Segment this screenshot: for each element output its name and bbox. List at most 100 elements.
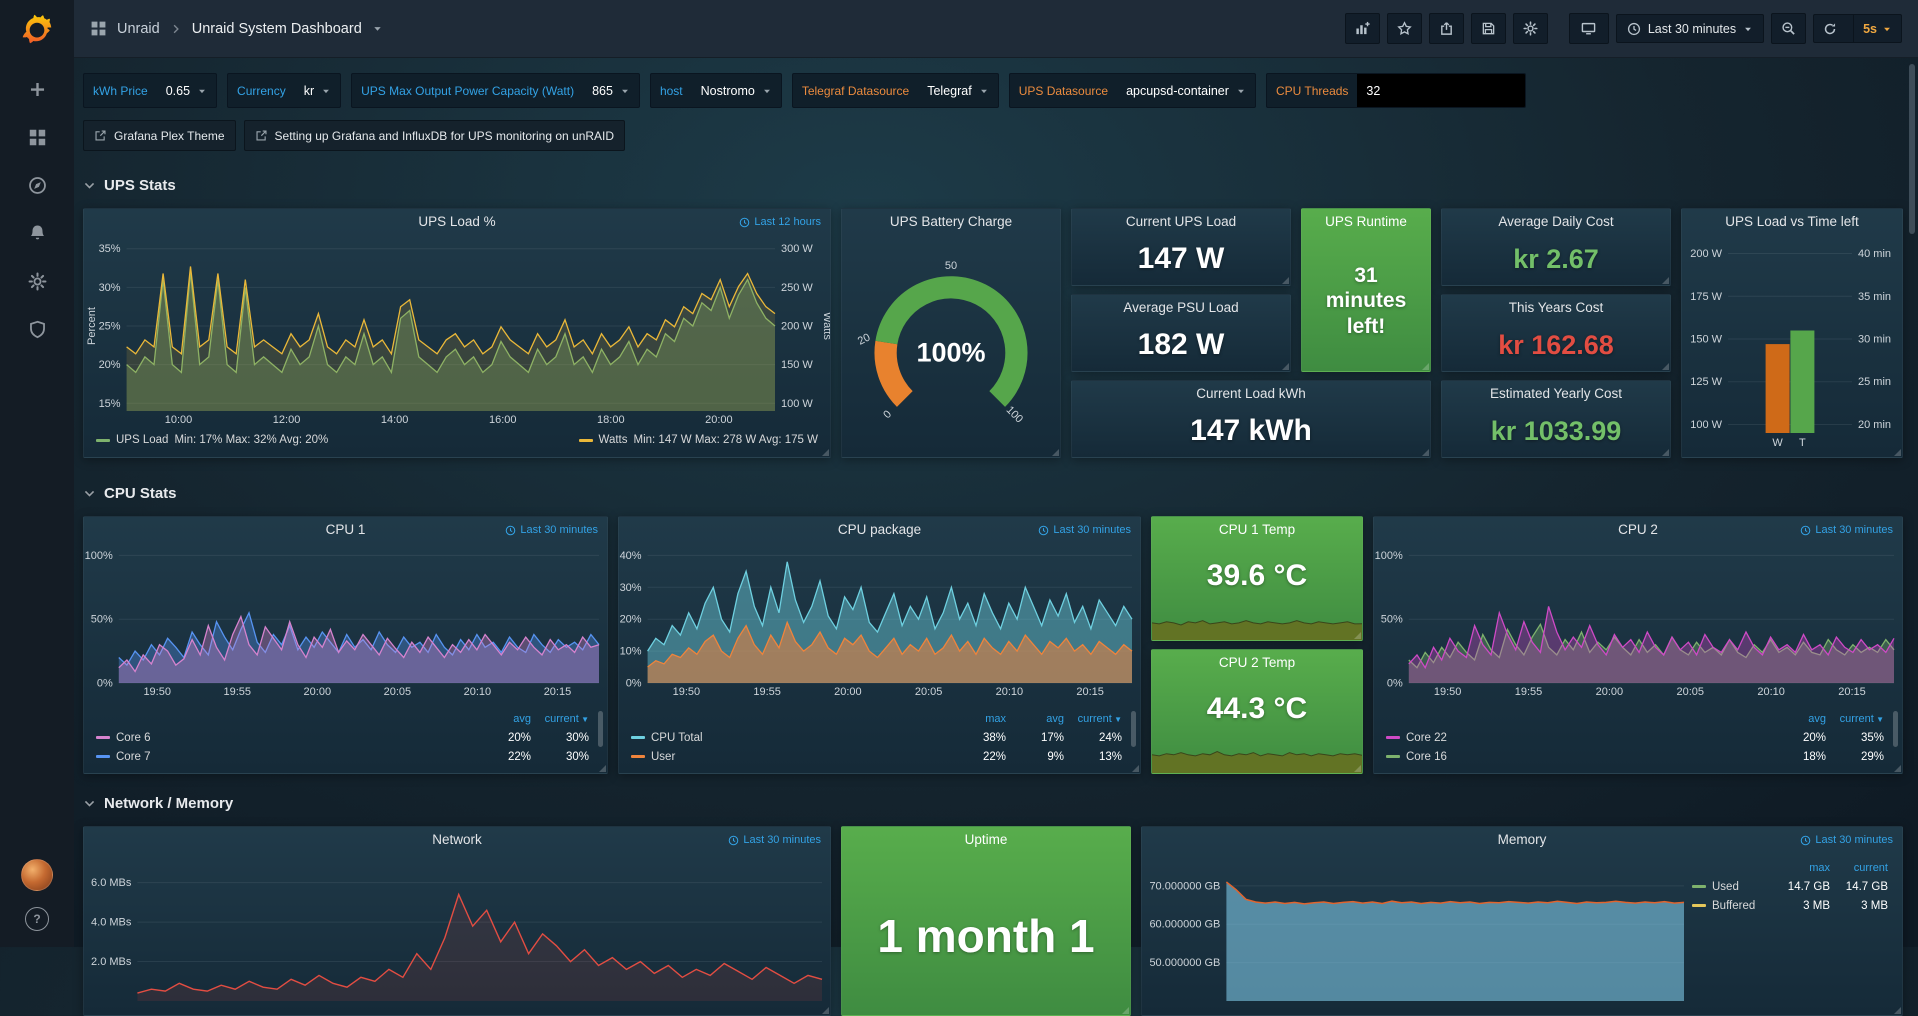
refresh-interval-label: 5s (1863, 22, 1877, 36)
legend-item[interactable]: Buffered (1692, 897, 1772, 916)
panel-title[interactable]: Average Daily Cost (1442, 209, 1670, 235)
legend-item[interactable]: WattsMin: 147 W Max: 278 W Avg: 175 W (579, 434, 818, 446)
cpu1-chart[interactable]: 0%50%100%19:5019:5520:0020:0520:1020:15 (84, 543, 607, 699)
variable-host[interactable]: hostNostromo (650, 73, 782, 108)
breadcrumb-dashboard-title[interactable]: Unraid System Dashboard (192, 21, 362, 37)
time-picker-button[interactable]: Last 30 minutes (1616, 14, 1764, 43)
panel-title[interactable]: CPU 2 Temp (1152, 650, 1362, 676)
legend-sort-header[interactable]: current ▼ (531, 710, 589, 729)
help-button[interactable]: ? (25, 907, 49, 931)
legend-value: 14.7 GB (1772, 878, 1830, 897)
variable-value-dropdown[interactable]: Nostromo (692, 74, 781, 107)
star-dashboard-button[interactable] (1387, 13, 1422, 44)
svg-text:40 min: 40 min (1858, 248, 1891, 260)
dashboard-settings-button[interactable] (1513, 13, 1548, 44)
battery-gauge[interactable]: 02050100100% (842, 235, 1060, 453)
save-dashboard-button[interactable] (1471, 13, 1506, 44)
sidebar-explore-button[interactable] (17, 171, 57, 199)
legend-scrollbar[interactable] (1893, 711, 1898, 747)
cpu-package-chart[interactable]: 0%10%20%30%40%19:5019:5520:0020:0520:102… (619, 543, 1140, 699)
legend-scrollbar[interactable] (598, 711, 603, 747)
variable-input[interactable] (1357, 74, 1525, 107)
zoom-out-button[interactable] (1771, 13, 1806, 44)
panel-title[interactable]: UPS Load % (84, 209, 830, 235)
dashboard-link[interactable]: Grafana Plex Theme (83, 120, 236, 151)
variable-ups-max-output-power-capacity-watt-[interactable]: UPS Max Output Power Capacity (Watt)865 (351, 73, 640, 108)
variable-cpu-threads[interactable]: CPU Threads (1266, 73, 1526, 108)
legend-item[interactable]: Core 22 (1386, 729, 1768, 748)
ups-load-chart[interactable]: 15%100 W20%150 W25%200 W30%250 W35%300 W… (84, 235, 830, 427)
clock-icon (1800, 835, 1811, 846)
clock-icon (505, 525, 516, 536)
legend-sort-header[interactable]: current ▼ (1064, 710, 1122, 729)
stat-value: 147 W (1072, 233, 1290, 285)
sidebar-create-button[interactable] (17, 75, 57, 103)
panel-title[interactable]: Uptime (842, 827, 1130, 853)
variable-currency[interactable]: Currencykr (227, 73, 341, 108)
panel-title[interactable]: Current Load kWh (1072, 381, 1430, 407)
legend-color-swatch (96, 736, 110, 739)
variable-telegraf-datasource[interactable]: Telegraf DatasourceTelegraf (792, 73, 999, 108)
stat-value: 1 month 1 (842, 909, 1130, 963)
panel-title[interactable]: Current UPS Load (1072, 209, 1290, 235)
legend-sort-header[interactable]: avg (1006, 710, 1064, 729)
legend-item[interactable]: Used (1692, 878, 1772, 897)
refresh-button[interactable] (1814, 15, 1846, 42)
variable-value-dropdown[interactable]: 865 (583, 74, 639, 107)
panel-title[interactable]: CPU 1 Temp (1152, 517, 1362, 543)
ups-load-vs-time-bar-chart[interactable]: 100 W20 min125 W25 min150 W30 min175 W35… (1682, 235, 1902, 451)
legend-scrollbar[interactable] (1131, 711, 1136, 747)
sidebar-configuration-button[interactable] (17, 267, 57, 295)
user-avatar[interactable] (21, 859, 53, 891)
variable-value-dropdown[interactable]: Telegraf (918, 74, 997, 107)
cpu2-chart[interactable]: 0%50%100%19:5019:5520:0020:0520:1020:15 (1374, 543, 1902, 699)
legend-item[interactable]: CPU Total (631, 729, 948, 748)
variable-value-dropdown[interactable]: apcupsd-container (1117, 74, 1255, 107)
share-dashboard-button[interactable] (1429, 13, 1464, 44)
dashboard-link[interactable]: Setting up Grafana and InfluxDB for UPS … (244, 120, 626, 151)
sidebar-admin-button[interactable] (17, 315, 57, 343)
panel-title[interactable]: Estimated Yearly Cost (1442, 381, 1670, 407)
legend-item[interactable]: Core 16 (1386, 748, 1768, 767)
legend-item[interactable]: UPS LoadMin: 17% Max: 32% Avg: 20% (96, 434, 328, 446)
variable-value-dropdown[interactable]: 0.65 (157, 74, 216, 107)
grafana-logo[interactable] (19, 11, 55, 47)
caret-down-icon[interactable] (372, 23, 383, 34)
panel-title[interactable]: Network (84, 827, 830, 853)
row-network-memory[interactable]: Network / Memory (83, 791, 233, 815)
legend-sort-header[interactable]: current ▼ (1826, 710, 1884, 729)
panel-title[interactable]: UPS Load vs Time left (1682, 209, 1902, 235)
panel-current-load-kwh: Current Load kWh 147 kWh (1071, 380, 1431, 458)
variable-kwh-price[interactable]: kWh Price0.65 (83, 73, 217, 108)
legend-sort-header[interactable]: avg (473, 710, 531, 729)
legend-sort-header[interactable]: max (1772, 859, 1830, 878)
tv-mode-button[interactable] (1569, 13, 1609, 44)
sidebar-dashboards-button[interactable] (17, 123, 57, 151)
variable-ups-datasource[interactable]: UPS Datasourceapcupsd-container (1009, 73, 1256, 108)
svg-text:19:50: 19:50 (673, 686, 701, 698)
legend-sort-header[interactable]: avg (1768, 710, 1826, 729)
scrollbar[interactable] (1909, 64, 1915, 234)
network-chart[interactable]: 2.0 MBs4.0 MBs6.0 MBs (84, 853, 830, 1007)
svg-text:20:05: 20:05 (384, 686, 412, 698)
panel-title[interactable]: UPS Runtime (1302, 209, 1430, 235)
variable-value-dropdown[interactable]: kr (295, 74, 340, 107)
svg-text:35 min: 35 min (1858, 291, 1891, 303)
legend-item[interactable]: Core 7 (96, 748, 473, 767)
panel-title[interactable]: Memory (1142, 827, 1902, 853)
add-panel-button[interactable] (1345, 13, 1380, 44)
legend-item[interactable]: Core 6 (96, 729, 473, 748)
sidebar-alerting-button[interactable] (17, 219, 57, 247)
legend-sort-header[interactable]: current (1830, 859, 1888, 878)
breadcrumb-folder[interactable]: Unraid (117, 21, 160, 37)
legend-sort-header[interactable]: max (948, 710, 1006, 729)
memory-chart[interactable]: 50.000000 GB60.000000 GB70.000000 GB (1142, 853, 1692, 1007)
panel-title[interactable]: This Years Cost (1442, 295, 1670, 321)
legend-item[interactable]: User (631, 748, 948, 767)
gear-icon (28, 272, 47, 291)
row-ups-stats[interactable]: UPS Stats (83, 173, 176, 197)
refresh-interval-dropdown[interactable]: 5s (1853, 15, 1901, 42)
panel-title[interactable]: Average PSU Load (1072, 295, 1290, 321)
row-cpu-stats[interactable]: CPU Stats (83, 481, 177, 505)
panel-title[interactable]: UPS Battery Charge (842, 209, 1060, 235)
